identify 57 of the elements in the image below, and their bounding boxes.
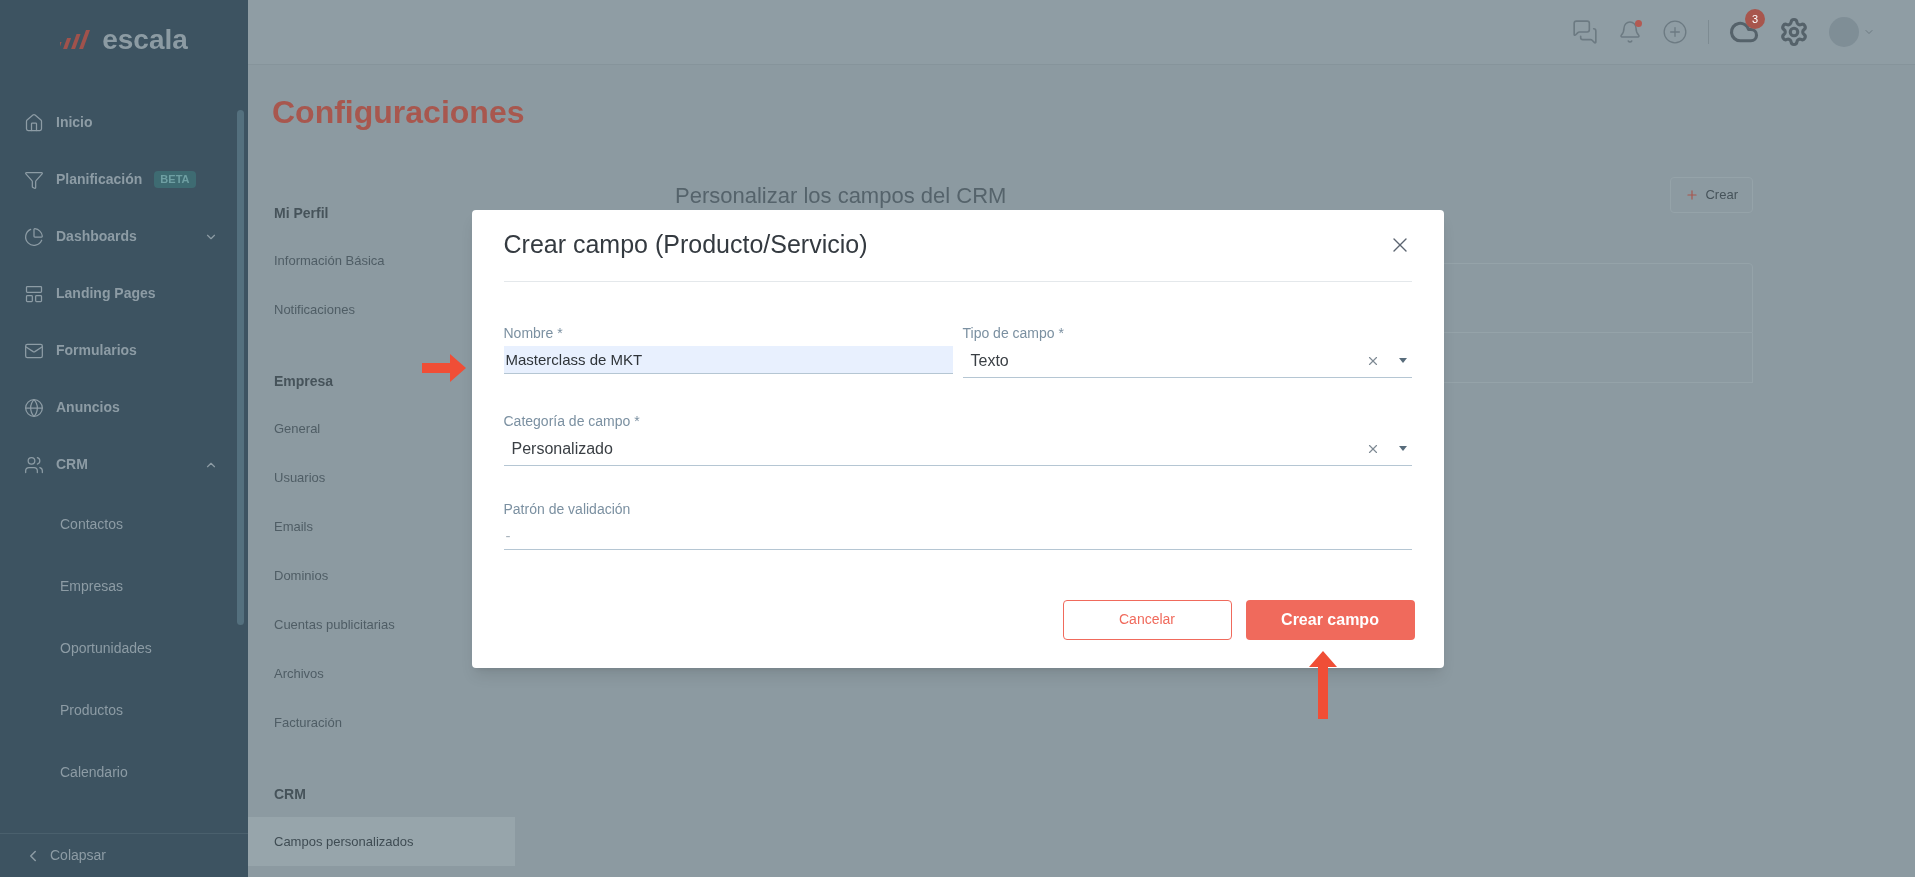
sidebar-subitem[interactable]: Empresas [0,555,248,617]
settings-nav-item[interactable]: Facturación [248,698,515,747]
select-field[interactable]: Personalizado [503,433,1412,466]
gear-icon[interactable] [1779,17,1809,47]
dropdown-caret-icon[interactable] [1397,446,1408,452]
logo-text: escala [102,26,188,54]
sidebar-label: Inicio [56,113,93,132]
sidebar-item[interactable]: Inicio [0,94,248,151]
input-field[interactable]: Masterclass de MKT [503,345,953,374]
sidebar-subitem[interactable]: Oportunidades [0,617,248,679]
chat-icon[interactable] [1572,19,1598,45]
select-field[interactable]: Texto [962,345,1412,378]
create-button[interactable]: Crear [1670,177,1753,213]
settings-nav-item[interactable]: Campos personalizados [248,817,515,866]
submit-button[interactable]: Crear campo [1245,599,1415,640]
funnel-icon [24,169,44,190]
field-label: Patrón de validación [503,499,632,518]
collapse-link[interactable]: Colapsar [50,845,107,866]
house-icon [24,112,44,133]
sidebar-item[interactable]: Formularios [0,322,248,379]
field-label: Tipo de campo * [962,323,1065,342]
layout-icon [24,283,44,304]
bell-icon[interactable] [1618,20,1642,44]
arrow-right-icon [421,353,466,382]
sidebar-label: CRM [56,455,88,474]
sidebar-subitem[interactable]: Contactos [0,493,248,555]
people-icon [24,454,44,475]
modal-title: Crear campo (Producto/Servicio) [503,229,868,261]
sidebar-item[interactable]: Landing Pages [0,265,248,322]
sidebar-subitem[interactable]: Calendario [0,741,248,803]
sidebar-label: Anuncios [56,398,120,417]
sidebar-label: Planificación [56,170,143,189]
settings-nav-item[interactable]: Archivos [248,649,515,698]
sidebar-subitem[interactable]: Productos [0,679,248,741]
select-value: Personalizado [511,439,613,459]
sidebar-label: Landing Pages [56,284,156,303]
sidebar-item[interactable]: Dashboards [0,208,248,265]
dropdown-caret-icon[interactable] [1397,358,1408,364]
sidebar-item[interactable]: Anuncios [0,379,248,436]
nav-section-title: Mi Perfil [274,203,329,223]
sidebar-label: Dashboards [56,227,137,246]
plus-circle-icon[interactable] [1662,19,1688,45]
field-label: Categoría de campo * [503,411,641,430]
count-badge: 3 [1745,9,1765,29]
globe-icon [24,397,44,418]
plus-icon [1685,188,1700,202]
nav-section-title: CRM [274,784,306,804]
pie-chart-icon [24,226,44,247]
sidebar-label: Formularios [56,341,137,360]
sidebar-item[interactable]: CRM [0,436,248,493]
arrow-up-icon [1308,650,1337,719]
select-value: Texto [970,351,1009,371]
nav-section-title: Empresa [274,371,334,391]
page-title: Configuraciones [272,93,525,132]
scrollbar[interactable] [237,110,244,625]
field-label: Nombre * [503,323,564,342]
cancel-button[interactable]: Cancelar [1062,599,1232,640]
